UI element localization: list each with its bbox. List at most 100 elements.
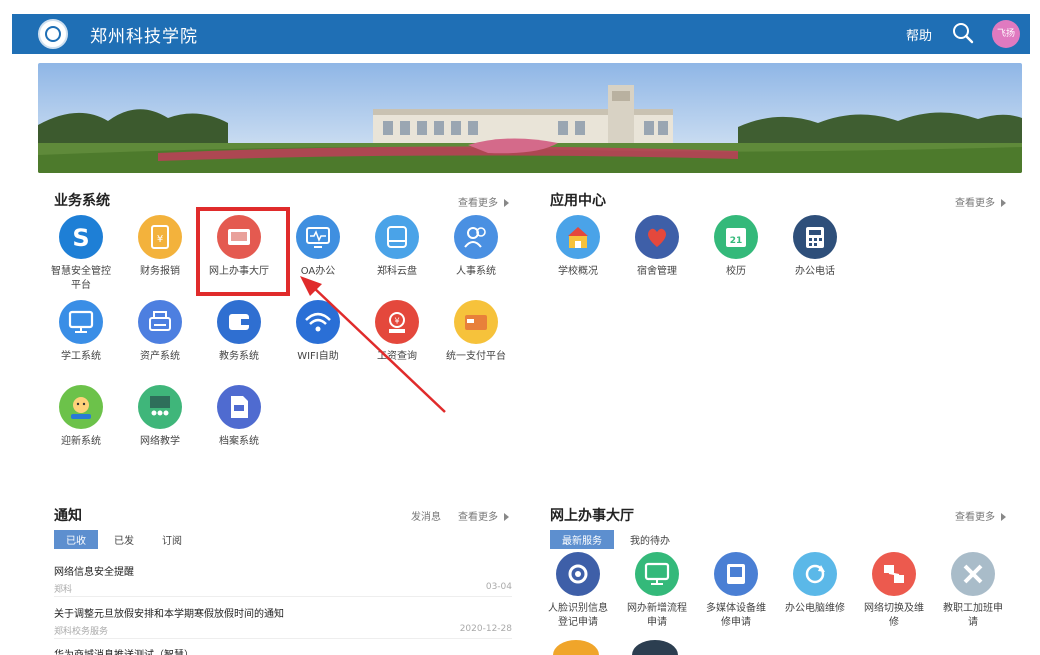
top-navigation-bar: 郑州科技学院 帮助 飞扬 bbox=[12, 14, 1030, 54]
cross-icon[interactable] bbox=[951, 552, 995, 596]
app-tile[interactable]: 办公电脑维修 bbox=[775, 552, 855, 616]
people-icon[interactable] bbox=[454, 215, 498, 259]
app-label: 统一支付平台 bbox=[446, 351, 506, 362]
network-icon[interactable] bbox=[872, 552, 916, 596]
app-tile[interactable]: 郑科云盘 bbox=[357, 215, 437, 279]
app-tile[interactable]: 资产系统 bbox=[120, 300, 200, 364]
triangle-right-icon bbox=[1001, 513, 1006, 521]
notice-item-source: 郑科 bbox=[54, 585, 73, 595]
app-tile[interactable]: 网办新增流程申请 bbox=[617, 552, 697, 630]
service-hall-more-label: 查看更多 bbox=[955, 512, 995, 523]
wifi-icon[interactable] bbox=[296, 300, 340, 344]
svg-text:¥: ¥ bbox=[157, 234, 163, 245]
service-hall-more-link[interactable]: 查看更多 bbox=[955, 508, 1006, 523]
app-label: 郑科云盘 bbox=[377, 266, 417, 277]
refresh-icon[interactable] bbox=[793, 552, 837, 596]
s-shield-icon[interactable]: S bbox=[59, 215, 103, 259]
tab-sent[interactable]: 已发 bbox=[102, 530, 146, 549]
notice-more-link[interactable]: 查看更多 bbox=[458, 508, 509, 523]
app-label: 工资查询 bbox=[377, 351, 417, 362]
tab-subscribe[interactable]: 订阅 bbox=[150, 530, 194, 549]
app-tile[interactable]: S 智慧安全管控平台 bbox=[41, 215, 121, 293]
notice-more-label: 查看更多 bbox=[458, 512, 498, 523]
search-icon[interactable] bbox=[952, 22, 974, 44]
classroom-icon[interactable] bbox=[138, 385, 182, 429]
heart-icon[interactable] bbox=[635, 215, 679, 259]
svg-text:21: 21 bbox=[730, 236, 743, 246]
svg-text:S: S bbox=[72, 224, 89, 252]
monitor-icon[interactable] bbox=[59, 300, 103, 344]
app-tile[interactable]: 学校概况 bbox=[538, 215, 618, 279]
app-label: 多媒体设备维修申请 bbox=[706, 603, 766, 628]
wallet-icon[interactable] bbox=[217, 300, 261, 344]
app-center-title: 应用中心 bbox=[550, 193, 606, 209]
welcome-kid-icon[interactable] bbox=[59, 385, 103, 429]
cloud-disk-icon[interactable] bbox=[375, 215, 419, 259]
site-title[interactable]: 郑州科技学院 bbox=[90, 22, 198, 47]
post-message-link[interactable]: 发消息 bbox=[411, 508, 441, 523]
app-tile[interactable]: 人脸识别信息登记申请 bbox=[538, 552, 618, 630]
app-tile[interactable]: ¥ 财务报销 bbox=[120, 215, 200, 279]
triangle-right-icon bbox=[504, 199, 509, 207]
app-tile[interactable]: 档案系统 bbox=[199, 385, 279, 449]
notice-item[interactable]: 关于调整元旦放假安排和本学期寒假放假时间的通知 郑科校务服务 2020-12-2… bbox=[54, 605, 512, 639]
app-label: 教职工加班申请 bbox=[943, 603, 1003, 628]
media-device-icon[interactable] bbox=[714, 552, 758, 596]
school-logo-icon[interactable] bbox=[38, 19, 68, 49]
app-tile[interactable]: 21 校历 bbox=[696, 215, 776, 279]
notice-tabs: 已收 已发 订阅 bbox=[54, 530, 194, 549]
app-label: 人事系统 bbox=[456, 266, 496, 277]
app-tile[interactable]: 迎新系统 bbox=[41, 385, 121, 449]
app-tile[interactable]: OA办公 bbox=[278, 215, 358, 279]
app-tile[interactable]: 办公电话 bbox=[775, 215, 855, 279]
calendar-icon[interactable]: 21 bbox=[714, 215, 758, 259]
app-tile[interactable]: 多媒体设备维修申请 bbox=[696, 552, 776, 630]
triangle-right-icon bbox=[1001, 199, 1006, 207]
notice-item[interactable]: 网络信息安全提醒 郑科 03-04 bbox=[54, 563, 512, 597]
app-center-more-link[interactable]: 查看更多 bbox=[955, 194, 1006, 209]
user-avatar[interactable]: 飞扬 bbox=[992, 20, 1020, 48]
monitor-wave-icon[interactable] bbox=[296, 215, 340, 259]
app-tile[interactable]: ¥ 工资查询 bbox=[357, 300, 437, 364]
notice-item-date: 2020-12-28 bbox=[459, 624, 512, 634]
receipt-yen-icon[interactable]: ¥ bbox=[138, 215, 182, 259]
service-app-icon-partial[interactable] bbox=[553, 640, 599, 655]
business-more-link[interactable]: 查看更多 bbox=[458, 194, 509, 209]
printer-icon[interactable] bbox=[138, 300, 182, 344]
tab-my-todo[interactable]: 我的待办 bbox=[618, 530, 682, 549]
help-link[interactable]: 帮助 bbox=[906, 25, 932, 44]
app-tile[interactable]: 统一支付平台 bbox=[436, 300, 516, 364]
app-label: OA办公 bbox=[300, 266, 336, 277]
app-label: 办公电脑维修 bbox=[785, 603, 845, 614]
app-tile[interactable]: 宿舍管理 bbox=[617, 215, 697, 279]
svg-text:¥: ¥ bbox=[394, 317, 399, 326]
tab-received[interactable]: 已收 bbox=[54, 530, 98, 549]
phone-icon[interactable] bbox=[793, 215, 837, 259]
file-icon[interactable] bbox=[217, 385, 261, 429]
app-tile[interactable]: 网络教学 bbox=[120, 385, 200, 449]
tab-latest-services[interactable]: 最新服务 bbox=[550, 530, 614, 549]
gear-icon[interactable] bbox=[556, 552, 600, 596]
app-label: 校历 bbox=[726, 266, 746, 277]
app-label: 档案系统 bbox=[219, 436, 259, 447]
notice-item-title: 华为商城消息推送测试（智慧） bbox=[54, 646, 512, 655]
business-more-label: 查看更多 bbox=[458, 198, 498, 209]
notice-item[interactable]: 华为商城消息推送测试（智慧） bbox=[54, 646, 512, 655]
school-icon[interactable] bbox=[556, 215, 600, 259]
notice-item-date: 03-04 bbox=[485, 582, 512, 592]
notice-item-title: 关于调整元旦放假安排和本学期寒假放假时间的通知 bbox=[54, 609, 284, 620]
monitor-icon[interactable] bbox=[635, 552, 679, 596]
service-hall-tabs: 最新服务 我的待办 bbox=[550, 530, 682, 549]
app-label: 迎新系统 bbox=[61, 436, 101, 447]
notice-title: 通知 bbox=[54, 508, 82, 524]
app-tile[interactable]: 学工系统 bbox=[41, 300, 121, 364]
app-tile[interactable]: 人事系统 bbox=[436, 215, 516, 279]
app-tile[interactable]: WIFI自助 bbox=[278, 300, 358, 364]
service-app-icon-partial[interactable] bbox=[632, 640, 678, 655]
app-label: 网办新增流程申请 bbox=[627, 603, 687, 628]
salary-icon[interactable]: ¥ bbox=[375, 300, 419, 344]
app-tile[interactable]: 教职工加班申请 bbox=[933, 552, 1013, 630]
payment-card-icon[interactable] bbox=[454, 300, 498, 344]
app-tile[interactable]: 教务系统 bbox=[199, 300, 279, 364]
app-tile[interactable]: 网络切换及维修 bbox=[854, 552, 934, 630]
